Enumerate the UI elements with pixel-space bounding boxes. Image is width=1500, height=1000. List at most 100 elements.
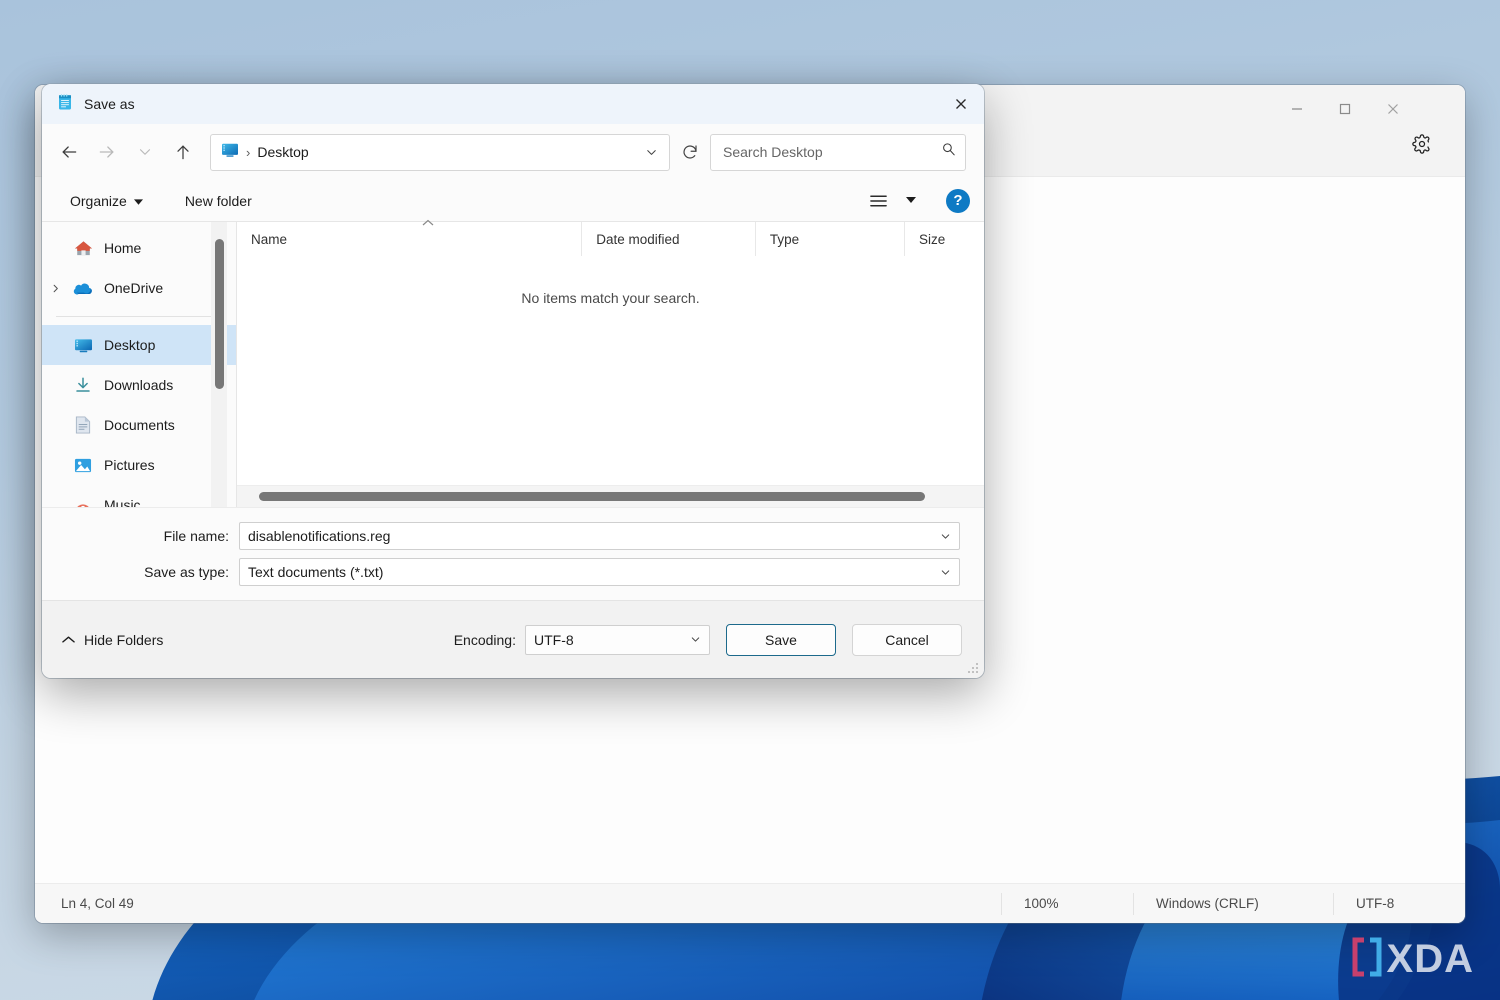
notepad-icon <box>56 93 74 116</box>
breadcrumb[interactable]: › Desktop <box>221 142 637 163</box>
save-button[interactable]: Save <box>726 623 836 656</box>
empty-list-message: No items match your search. <box>521 290 700 306</box>
sidebar-item-pictures[interactable]: Pictures <box>42 445 236 485</box>
column-header-type[interactable]: Type <box>756 222 905 256</box>
dialog-titlebar: Save as <box>42 84 984 124</box>
save-as-dialog: Save as › Desktop Search Desktop Organiz… <box>42 84 984 678</box>
horizontal-scrollbar-track[interactable] <box>237 485 984 507</box>
sidebar-item-documents[interactable]: Documents <box>42 405 236 445</box>
hide-folders-label: Hide Folders <box>84 631 164 648</box>
notepad-status-bar: Ln 4, Col 49 100% Windows (CRLF) UTF-8 <box>35 883 1465 923</box>
new-folder-button[interactable]: New folder <box>175 188 262 214</box>
vertical-scrollbar-thumb[interactable] <box>215 239 224 389</box>
gear-icon[interactable] <box>1405 127 1439 161</box>
sidebar-item-label: Pictures <box>104 457 155 473</box>
dialog-command-bar: Organize New folder ? <box>42 180 984 221</box>
column-header-type-label: Type <box>769 231 800 247</box>
onedrive-cloud-icon <box>70 281 96 296</box>
arrow-right-icon[interactable] <box>88 134 126 170</box>
column-header-name[interactable]: Name <box>237 219 583 256</box>
cancel-button[interactable]: Cancel <box>852 623 962 656</box>
chevron-up-icon <box>62 632 75 648</box>
dialog-navigation-bar: › Desktop <box>42 124 984 180</box>
encoding-label: Encoding: <box>453 631 516 648</box>
chevron-down-icon[interactable] <box>935 566 955 579</box>
sidebar-item-label: Desktop <box>104 337 156 353</box>
organize-button[interactable]: Organize <box>60 188 153 214</box>
file-list-pane: Name Date modified Type Size No items ma… <box>237 219 984 507</box>
sidebar-item-label: Downloads <box>104 377 174 393</box>
file-name-input[interactable] <box>248 528 935 544</box>
search-input[interactable] <box>723 144 940 160</box>
chevron-right-icon[interactable] <box>42 283 68 294</box>
sidebar-divider <box>56 316 226 317</box>
encoding-value: UTF-8 <box>534 631 574 648</box>
sidebar-item-label: Documents <box>104 417 175 433</box>
sidebar-item-music[interactable]: Music <box>42 485 236 507</box>
line-ending-status[interactable]: Windows (CRLF) <box>1133 892 1333 915</box>
sidebar-item-label: Music <box>104 497 141 507</box>
chevron-down-icon[interactable] <box>126 134 164 170</box>
sidebar-list: Home OneDrive Desktop Downloads Document… <box>42 222 236 507</box>
chevron-down-icon[interactable] <box>637 136 665 169</box>
xda-watermark: XDA <box>1352 937 1474 982</box>
help-circle-icon[interactable]: ? <box>946 188 970 213</box>
sidebar-item-desktop[interactable]: Desktop <box>42 325 236 365</box>
arrow-up-icon[interactable] <box>164 134 202 170</box>
caret-position-status: Ln 4, Col 49 <box>61 896 134 911</box>
document-icon <box>70 416 96 434</box>
search-icon[interactable] <box>940 141 957 163</box>
zoom-status[interactable]: 100% <box>1001 892 1133 915</box>
file-name-combobox[interactable] <box>239 522 960 550</box>
hide-folders-button[interactable]: Hide Folders <box>62 632 163 648</box>
caret-down-icon[interactable] <box>906 197 916 204</box>
save-as-type-value: Text documents (*.txt) <box>248 564 384 580</box>
chevron-down-icon[interactable] <box>685 633 705 646</box>
bracket-logo-icon <box>1352 937 1382 982</box>
maximize-icon[interactable] <box>1321 85 1369 133</box>
horizontal-scrollbar-thumb[interactable] <box>259 492 925 501</box>
column-header-size-label: Size <box>918 231 946 247</box>
home-icon <box>70 239 96 257</box>
view-list-icon[interactable] <box>863 189 894 213</box>
caret-down-icon <box>133 193 143 209</box>
dialog-footer: Hide Folders Encoding: UTF-8 Save Cancel <box>42 600 984 678</box>
close-icon[interactable] <box>938 84 984 124</box>
desktop-monitor-icon <box>221 142 239 163</box>
sidebar-item-onedrive[interactable]: OneDrive <box>42 268 236 308</box>
dialog-title: Save as <box>84 96 135 112</box>
resize-grip-icon[interactable] <box>966 661 980 675</box>
chevron-down-icon[interactable] <box>935 530 955 543</box>
sidebar-item-label: OneDrive <box>104 280 164 296</box>
close-icon[interactable] <box>1369 85 1417 133</box>
picture-image-icon <box>70 457 96 474</box>
refresh-icon[interactable] <box>670 134 710 171</box>
organize-label: Organize <box>70 192 127 209</box>
dialog-main-area: Home OneDrive Desktop Downloads Document… <box>42 219 984 507</box>
file-name-label: File name: <box>163 528 229 544</box>
search-box[interactable] <box>710 133 966 171</box>
file-list-column-headers: Name Date modified Type Size <box>237 219 984 256</box>
column-header-size[interactable]: Size <box>905 222 984 256</box>
minimize-icon[interactable] <box>1273 85 1321 133</box>
address-bar[interactable]: › Desktop <box>210 133 670 171</box>
save-as-type-label: Save as type: <box>144 564 229 580</box>
navigation-sidebar: Home OneDrive Desktop Downloads Document… <box>42 222 236 507</box>
help-label: ? <box>953 192 963 209</box>
desktop-background: Ln 4, Col 49 100% Windows (CRLF) UTF-8 S… <box>0 0 1500 1000</box>
column-header-date-modified[interactable]: Date modified <box>582 222 756 256</box>
download-arrow-icon <box>70 376 96 394</box>
column-header-date-label: Date modified <box>596 231 680 247</box>
encoding-status[interactable]: UTF-8 <box>1333 892 1465 915</box>
arrow-left-icon[interactable] <box>50 134 88 170</box>
sidebar-item-downloads[interactable]: Downloads <box>42 365 236 405</box>
xda-watermark-text: XDA <box>1386 937 1474 981</box>
encoding-combobox[interactable]: UTF-8 <box>525 624 710 655</box>
sidebar-item-home[interactable]: Home <box>42 228 236 268</box>
new-folder-label: New folder <box>184 192 252 209</box>
save-as-type-combobox[interactable]: Text documents (*.txt) <box>239 558 960 586</box>
music-note-icon <box>70 497 96 507</box>
breadcrumb-item-desktop[interactable]: Desktop <box>257 144 308 160</box>
breadcrumb-separator: › <box>246 144 251 160</box>
save-as-type-row: Save as type: Text documents (*.txt) <box>42 558 984 586</box>
